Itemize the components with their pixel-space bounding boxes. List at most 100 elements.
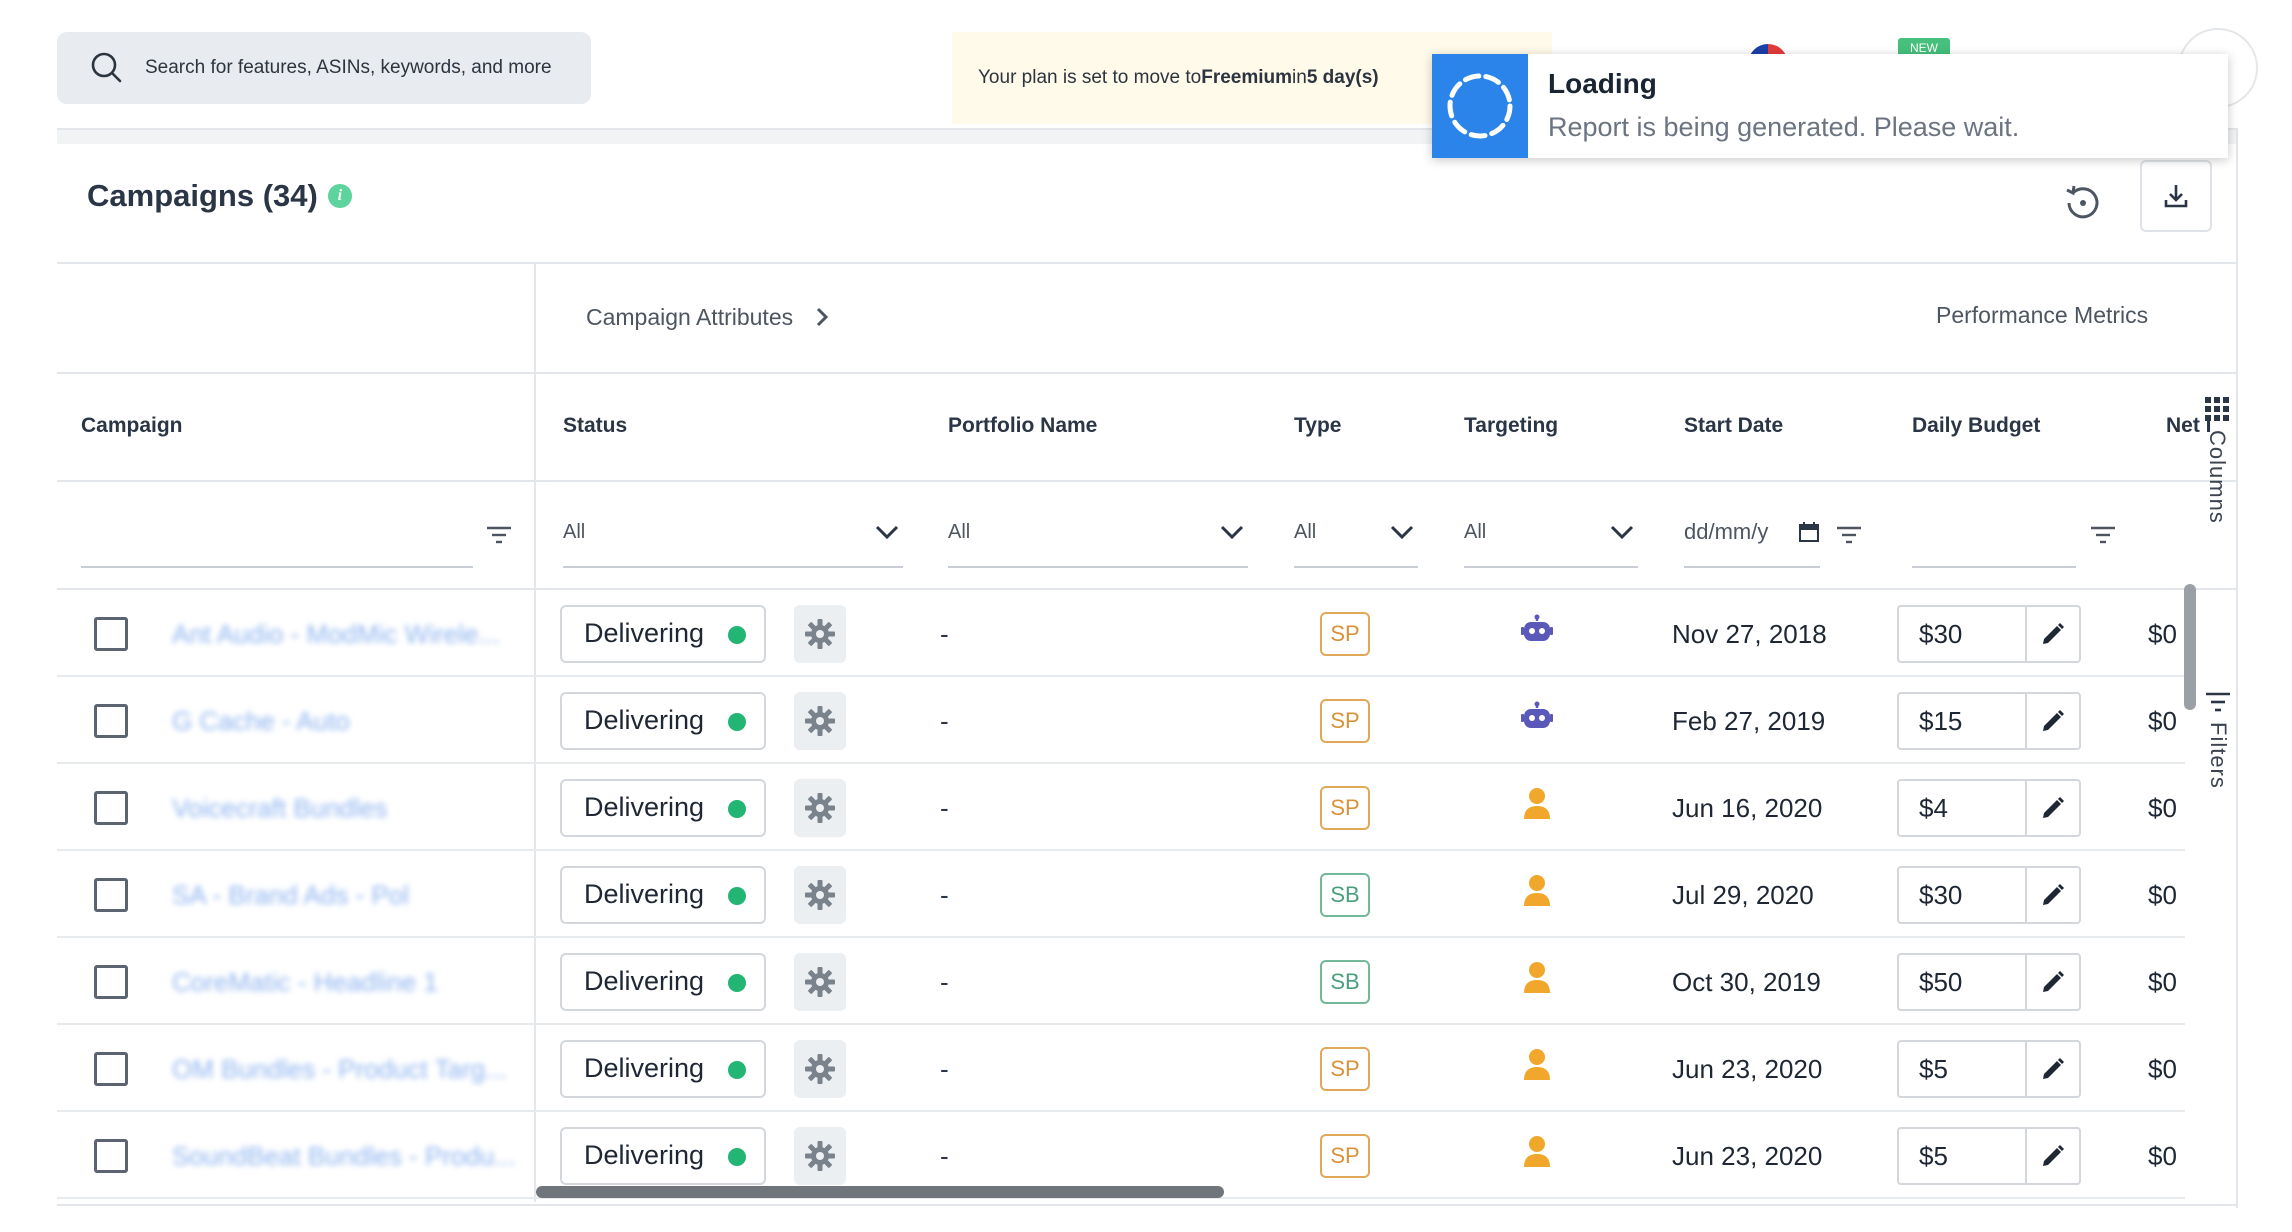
pencil-icon[interactable]	[2027, 781, 2079, 835]
pencil-icon[interactable]	[2027, 607, 2079, 661]
status-filter-select[interactable]: All	[563, 498, 903, 568]
download-icon	[2164, 185, 2188, 208]
row-checkbox[interactable]	[94, 1138, 128, 1173]
row-checkbox[interactable]	[94, 964, 128, 999]
performance-metrics-group[interactable]: Performance Metrics	[1936, 302, 2148, 329]
status-label: Delivering	[584, 618, 705, 648]
col-start-date[interactable]: Start Date	[1684, 414, 1783, 438]
portfolio-filter-select[interactable]: All	[948, 498, 1248, 568]
campaign-name-link[interactable]: OM Bundles - Product Targ...	[172, 1054, 507, 1085]
gear-button[interactable]	[794, 691, 846, 750]
type-filter-select[interactable]: All	[1294, 498, 1418, 568]
filter-lines-icon[interactable]	[1834, 520, 1864, 550]
col-portfolio[interactable]: Portfolio Name	[948, 414, 1097, 438]
type-badge: SP	[1320, 1046, 1370, 1091]
targeting-filter-select[interactable]: All	[1464, 498, 1638, 568]
calendar-icon[interactable]	[1798, 521, 1820, 543]
status-label: Delivering	[584, 966, 705, 996]
group-divider	[57, 372, 2237, 374]
row-divider	[57, 849, 2185, 851]
row-checkbox[interactable]	[94, 616, 128, 651]
horizontal-scrollbar[interactable]	[536, 1186, 1224, 1198]
campaign-filter-input[interactable]	[81, 498, 473, 568]
status-dot-icon	[728, 973, 746, 992]
col-type[interactable]: Type	[1294, 414, 1341, 438]
daily-budget-value[interactable]: $30	[1899, 867, 2027, 922]
daily-budget-value[interactable]: $50	[1899, 954, 2027, 1009]
history-icon	[2066, 185, 2099, 219]
daily-budget-field[interactable]: $50	[1897, 952, 2081, 1011]
daily-budget-field[interactable]: $15	[1897, 691, 2081, 750]
vertical-scrollbar[interactable]	[2184, 584, 2196, 710]
row-checkbox[interactable]	[94, 1051, 128, 1086]
campaign-name-link[interactable]: CoreMatic - Headline 1	[172, 967, 438, 998]
gear-button[interactable]	[794, 1126, 846, 1185]
col-status[interactable]: Status	[563, 414, 627, 438]
pencil-icon[interactable]	[2027, 1129, 2079, 1183]
campaign-attributes-group[interactable]: Campaign Attributes	[586, 302, 837, 332]
status-dropdown[interactable]: Delivering	[560, 604, 766, 663]
person-icon	[1520, 1047, 1554, 1081]
daily-budget-filter-input[interactable]	[1912, 498, 2076, 568]
columns-side-tab[interactable]: Columns	[2204, 396, 2230, 524]
gear-button[interactable]	[794, 865, 846, 924]
daily-budget-field[interactable]: $30	[1897, 604, 2081, 663]
status-dropdown[interactable]: Delivering	[560, 1039, 766, 1098]
campaign-name-link[interactable]: SoundBeat Bundles - Produ...	[172, 1141, 516, 1172]
gear-button[interactable]	[794, 1039, 846, 1098]
grid-icon	[2205, 397, 2229, 421]
pencil-icon[interactable]	[2027, 955, 2079, 1009]
status-dropdown[interactable]: Delivering	[560, 865, 766, 924]
type-badge: SB	[1320, 959, 1370, 1004]
gear-button[interactable]	[794, 952, 846, 1011]
type-badge: SB	[1320, 872, 1370, 917]
campaign-name-link[interactable]: SA - Brand Ads - Pol	[172, 880, 409, 911]
col-targeting[interactable]: Targeting	[1464, 414, 1558, 438]
daily-budget-value[interactable]: $30	[1899, 606, 2027, 661]
filters-side-tab[interactable]: Filters	[2204, 690, 2232, 789]
campaign-name-link[interactable]: Voicecraft Bundles	[172, 793, 387, 824]
daily-budget-value[interactable]: $5	[1899, 1128, 2027, 1183]
campaign-name-link[interactable]: G Cache - Auto	[172, 706, 350, 737]
portfolio-filter-value: All	[948, 520, 971, 543]
daily-budget-value[interactable]: $5	[1899, 1041, 2027, 1096]
history-button[interactable]	[2058, 178, 2108, 228]
col-daily-budget[interactable]: Daily Budget	[1912, 414, 2040, 438]
filter-lines-icon[interactable]	[2088, 520, 2118, 550]
filter-lines-icon[interactable]	[484, 520, 514, 550]
gear-icon	[804, 879, 836, 911]
row-checkbox[interactable]	[94, 790, 128, 825]
portfolio-name: -	[940, 1140, 949, 1171]
status-dropdown[interactable]: Delivering	[560, 1126, 766, 1185]
daily-budget-field[interactable]: $5	[1897, 1126, 2081, 1185]
search-bar[interactable]: Search for features, ASINs, keywords, an…	[57, 32, 591, 104]
gear-button[interactable]	[794, 778, 846, 837]
status-dropdown[interactable]: Delivering	[560, 691, 766, 750]
gear-button[interactable]	[794, 604, 846, 663]
download-button[interactable]	[2140, 160, 2212, 232]
pencil-icon[interactable]	[2027, 868, 2079, 922]
row-checkbox[interactable]	[94, 877, 128, 912]
daily-budget-field[interactable]: $30	[1897, 865, 2081, 924]
start-date: Jul 29, 2020	[1672, 879, 1814, 910]
daily-budget-value[interactable]: $4	[1899, 780, 2027, 835]
campaign-name-link[interactable]: Ant Audio - ModMic Wirele...	[172, 619, 500, 650]
col-campaign[interactable]: Campaign	[81, 414, 183, 438]
info-icon[interactable]: i	[327, 184, 352, 208]
columns-tab-label: Columns	[2205, 430, 2230, 524]
status-dot-icon	[728, 1060, 746, 1079]
pencil-icon[interactable]	[2027, 1042, 2079, 1096]
pencil-icon[interactable]	[2027, 694, 2079, 748]
daily-budget-field[interactable]: $4	[1897, 778, 2081, 837]
column-header-divider	[57, 480, 2237, 482]
daily-budget-field[interactable]: $5	[1897, 1039, 2081, 1098]
chevron-down-icon	[1220, 525, 1244, 540]
portfolio-name: -	[940, 618, 949, 649]
daily-budget-value[interactable]: $15	[1899, 693, 2027, 748]
page-title: Campaigns (34) i	[87, 178, 352, 214]
start-date-filter-input[interactable]: dd/mm/y	[1684, 498, 1820, 568]
status-dot-icon	[728, 1147, 746, 1166]
row-checkbox[interactable]	[94, 703, 128, 738]
status-dropdown[interactable]: Delivering	[560, 952, 766, 1011]
status-dropdown[interactable]: Delivering	[560, 778, 766, 837]
